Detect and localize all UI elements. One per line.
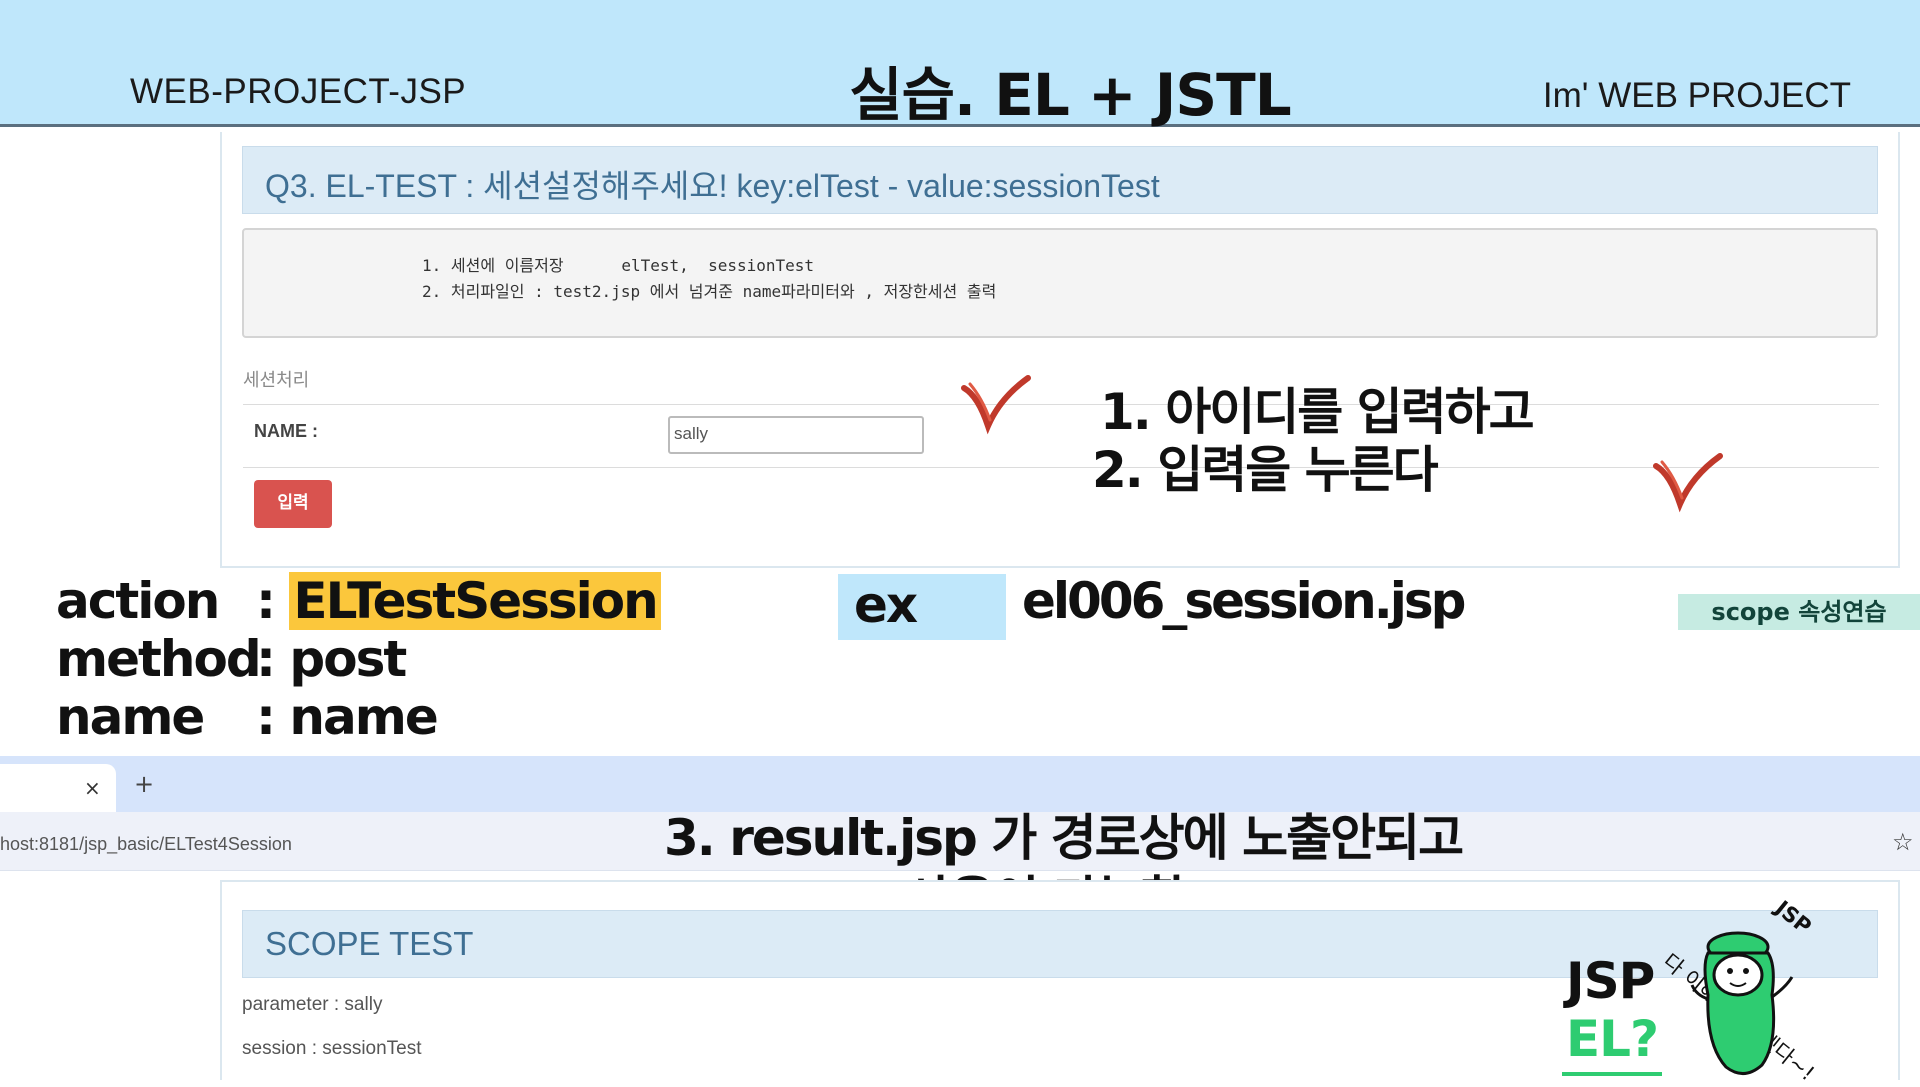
divider xyxy=(243,467,1879,468)
check-mark-icon xyxy=(961,375,1031,435)
session-section-label: 세션처리 xyxy=(243,370,310,390)
scope-tag: scope 속성연습 xyxy=(1678,594,1920,630)
spec-name: name: name xyxy=(56,688,439,746)
bookmark-star-icon[interactable]: ☆ xyxy=(1892,828,1914,856)
browser-tab[interactable]: × xyxy=(0,764,116,812)
spec-method: method: post xyxy=(56,630,407,688)
parameter-output: parameter : sally xyxy=(242,994,383,1015)
spec-action: action: ELTestSession xyxy=(56,572,661,630)
mascot-jsp-label: JSP xyxy=(1566,952,1655,1010)
check-mark-icon xyxy=(1653,453,1723,513)
name-label: NAME : xyxy=(254,421,318,441)
spec-name-value: name xyxy=(289,688,438,746)
mascot-bean-icon xyxy=(1690,931,1794,1075)
brand-label: Im' WEB PROJECT xyxy=(1542,76,1851,115)
q3-title: Q3. EL-TEST : 세션설정해주세요! key:elTest - val… xyxy=(265,168,1160,204)
q3-panel-heading: Q3. EL-TEST : 세션설정해주세요! key:elTest - val… xyxy=(242,146,1878,214)
name-input[interactable]: sally xyxy=(668,416,924,454)
submit-button[interactable]: 입력 xyxy=(254,480,332,528)
spec-separator: : xyxy=(256,630,276,688)
spec-name-key: name xyxy=(56,688,205,746)
instruction-line-1: 1. 세션에 이름저장 elTest, sessionTest xyxy=(422,256,815,275)
example-filename: el006_session.jsp xyxy=(1022,572,1466,630)
new-tab-icon[interactable]: + xyxy=(134,770,154,798)
spec-method-key: method xyxy=(56,630,262,688)
spec-separator: : xyxy=(256,572,276,630)
spec-action-value: ELTestSession xyxy=(289,572,661,630)
mascot-el-label: EL? xyxy=(1566,1010,1659,1068)
instructions-box: 1. 세션에 이름저장 elTest, sessionTest 2. 처리파일인… xyxy=(242,228,1878,338)
close-icon[interactable]: × xyxy=(84,776,101,800)
scope-title: SCOPE TEST xyxy=(265,925,474,962)
step-2-note: 2. 입력을 누른다 xyxy=(1092,441,1439,499)
instruction-line-2: 2. 처리파일인 : test2.jsp 에서 넘겨준 name파라미터와 , … xyxy=(422,282,997,301)
divider xyxy=(243,404,1879,405)
spec-method-value: post xyxy=(289,630,407,688)
example-label: ex xyxy=(854,576,918,634)
session-output: session : sessionTest xyxy=(242,1038,422,1059)
spec-separator: : xyxy=(256,688,276,746)
spec-action-key: action xyxy=(56,572,220,630)
url-text[interactable]: host:8181/jsp_basic/ELTest4Session xyxy=(0,834,292,855)
example-label-box: ex xyxy=(838,574,1006,640)
slide-header: WEB-PROJECT-JSP 실습. EL + JSTL Im' WEB PR… xyxy=(0,0,1920,129)
mascot-underline xyxy=(1562,1072,1662,1076)
